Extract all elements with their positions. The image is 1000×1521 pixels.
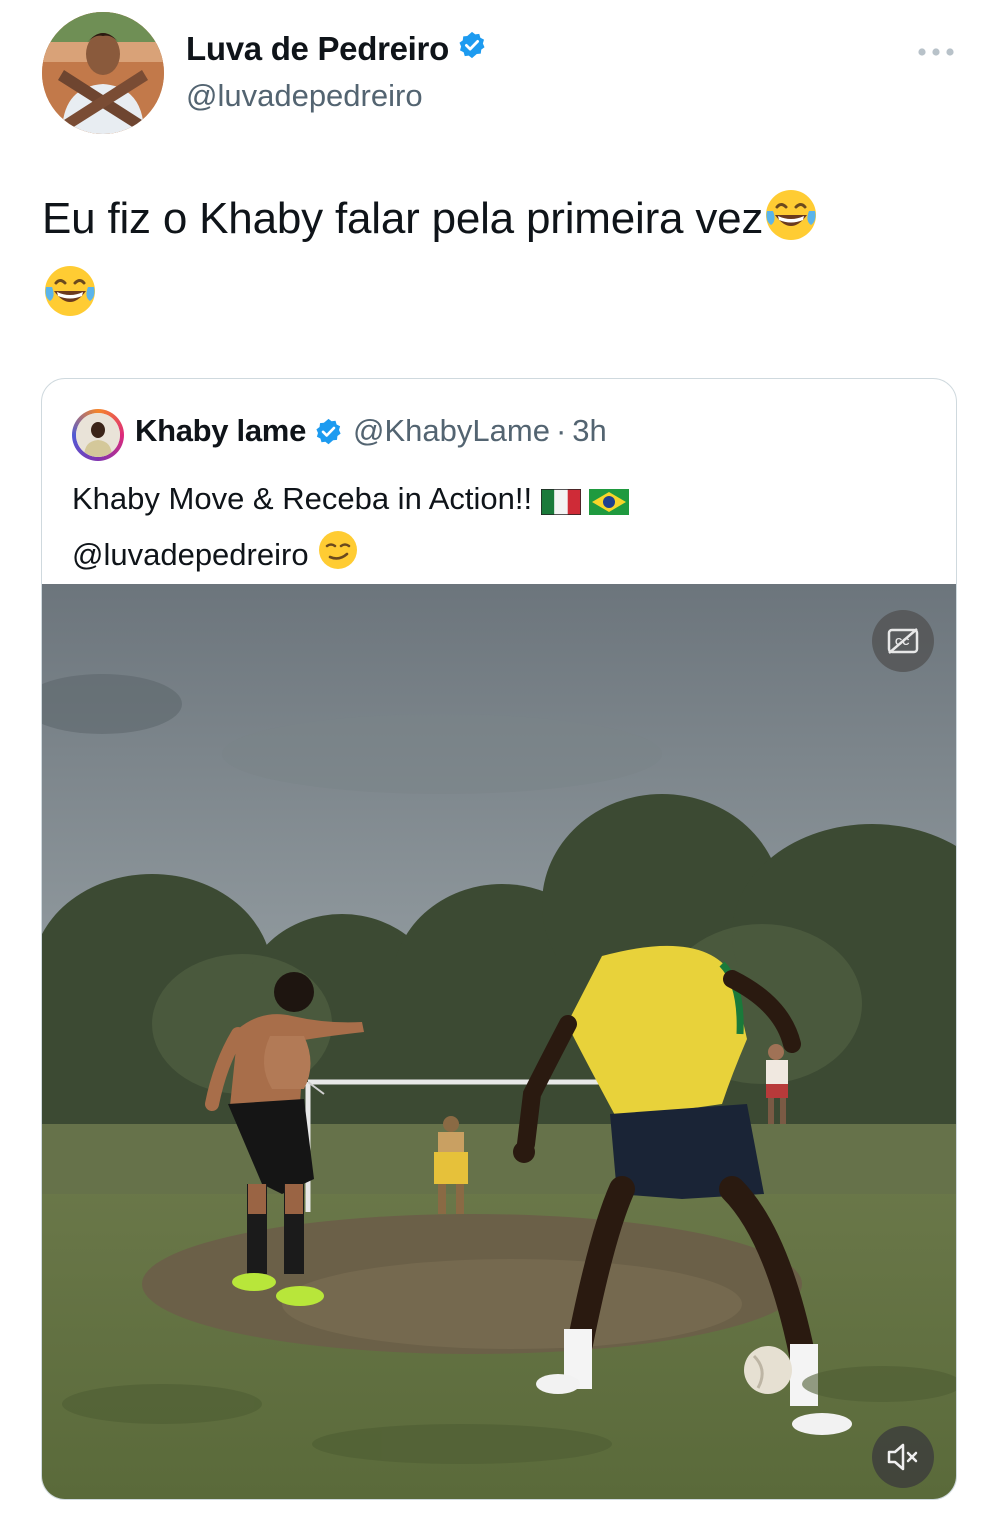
tears-of-joy-emoji-icon-2 xyxy=(42,263,98,338)
smirking-face-emoji-icon xyxy=(317,529,359,585)
quote-mention-link[interactable]: @luvadepedreiro xyxy=(72,537,309,572)
quote-author-avatar[interactable] xyxy=(72,409,124,461)
more-dots-icon xyxy=(918,48,954,56)
author-avatar[interactable] xyxy=(42,12,164,134)
author-name[interactable]: Luva de Pedreiro xyxy=(186,30,449,68)
quote-text: Khaby Move & Receba in Action!! @luvadep… xyxy=(72,475,922,585)
verified-badge-icon xyxy=(314,417,343,446)
mute-icon xyxy=(887,1443,918,1471)
italy-flag-icon xyxy=(539,481,582,529)
quoted-tweet-card[interactable]: Khaby lame @KhabyLame · 3h Khaby Move & … xyxy=(41,378,957,1500)
author-name-row[interactable]: Luva de Pedreiro xyxy=(186,30,487,68)
more-options-button[interactable] xyxy=(912,36,960,68)
verified-badge-icon xyxy=(457,30,487,68)
mute-toggle-button[interactable] xyxy=(872,1426,934,1488)
tweet-text-body: Eu fiz o Khaby falar pela primeira vez xyxy=(42,194,764,243)
quote-author-name[interactable]: Khaby lame xyxy=(135,413,306,449)
captions-toggle-button[interactable]: CC xyxy=(872,610,934,672)
brazil-flag-icon xyxy=(589,481,630,529)
quote-text-line1: Khaby Move & Receba in Action!! xyxy=(72,481,533,516)
video-frame xyxy=(42,584,956,1499)
separator-dot: · xyxy=(555,413,567,448)
author-handle[interactable]: @luvadepedreiro xyxy=(186,78,423,114)
quote-video[interactable]: CC xyxy=(42,584,956,1499)
tears-of-joy-emoji-icon xyxy=(763,187,819,262)
tweet-container: Luva de Pedreiro @luvadepedreiro Eu fiz … xyxy=(0,0,1000,1521)
captions-off-icon: CC xyxy=(887,628,919,654)
quote-header: Khaby lame @KhabyLame · 3h xyxy=(135,413,607,449)
quote-author-handle[interactable]: @KhabyLame xyxy=(353,413,550,449)
quote-timestamp[interactable]: 3h xyxy=(572,413,606,449)
tweet-text: Eu fiz o Khaby falar pela primeira vez xyxy=(42,186,942,338)
